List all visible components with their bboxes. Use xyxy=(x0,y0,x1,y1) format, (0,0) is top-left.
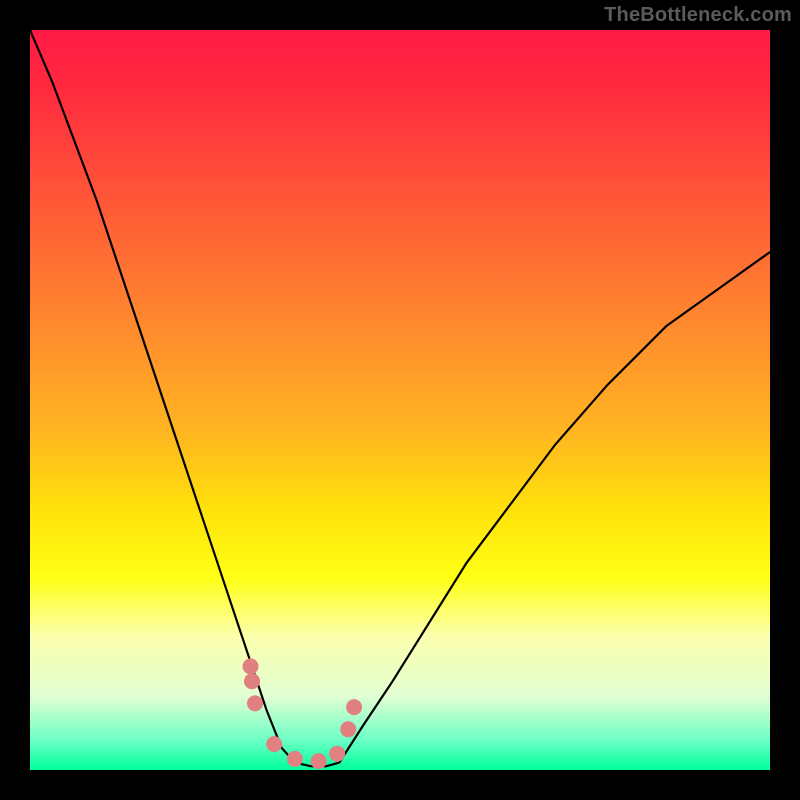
scatter-point xyxy=(244,673,260,689)
scatter-point xyxy=(346,699,362,715)
scatter-point xyxy=(287,751,303,767)
scatter-point xyxy=(247,695,263,711)
scatter-point xyxy=(340,721,356,737)
chart-svg xyxy=(30,30,770,770)
scatter-point xyxy=(266,736,282,752)
scatter-point xyxy=(243,658,259,674)
scatter-point xyxy=(329,746,345,762)
bottleneck-curve xyxy=(30,30,770,766)
watermark-text: TheBottleneck.com xyxy=(604,4,792,27)
scatter-point xyxy=(311,753,327,769)
scatter-group xyxy=(243,658,363,769)
chart-frame: TheBottleneck.com xyxy=(0,0,800,800)
